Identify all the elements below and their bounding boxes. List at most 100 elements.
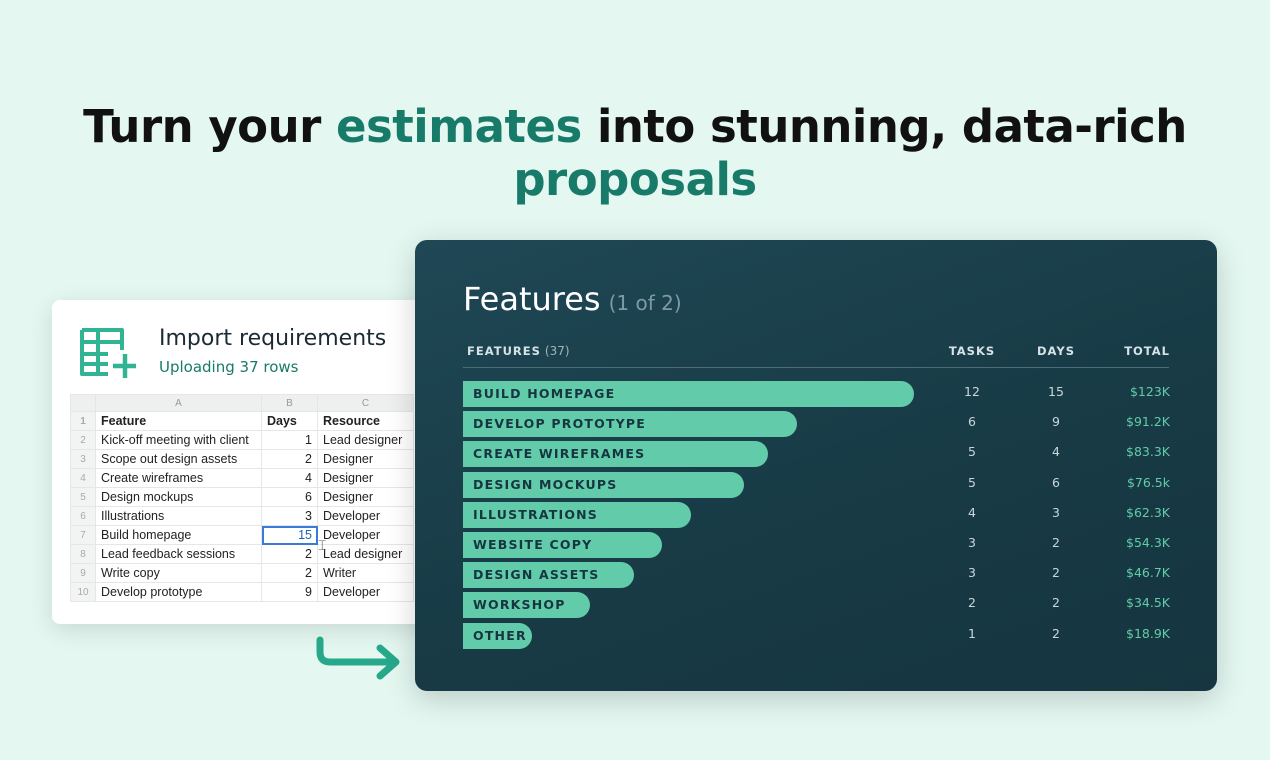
cell-resource[interactable]: Designer [317, 449, 414, 469]
cell-resource[interactable]: Developer [317, 525, 414, 545]
upload-status: Uploading 37 rows [159, 358, 299, 376]
cell-feature[interactable]: Write copy [95, 563, 262, 583]
column-header-days[interactable]: DAYS [1026, 344, 1086, 358]
feature-days: 2 [1052, 595, 1060, 611]
row-number: 3 [70, 449, 96, 469]
table-row: 5 Design mockups 6 Designer [70, 487, 414, 507]
cell-feature[interactable]: Illustrations [95, 506, 262, 526]
feature-label: DEVELOP PROTOTYPE [473, 411, 646, 437]
column-header-c[interactable]: C [317, 394, 414, 412]
cell-days[interactable]: 1 [261, 430, 318, 450]
cell-feature[interactable]: Design mockups [95, 487, 262, 507]
features-header-label: FEATURES [467, 344, 541, 358]
feature-row[interactable]: WORKSHOP 2 2 $34.5K [415, 592, 1217, 619]
feature-label: DESIGN MOCKUPS [473, 472, 617, 498]
row-number: 4 [70, 468, 96, 488]
column-header-total[interactable]: TOTAL [1080, 344, 1170, 358]
panel-title-text: Features [463, 280, 601, 318]
table-row: 7 Build homepage 15 Developer [70, 525, 414, 545]
feature-row[interactable]: WEBSITE COPY 3 2 $54.3K [415, 532, 1217, 558]
feature-tasks: 12 [964, 384, 980, 399]
table-row: 3 Scope out design assets 2 Designer [70, 449, 414, 469]
cell-resource[interactable]: Writer [317, 563, 414, 583]
cell-days[interactable]: 2 [261, 544, 318, 564]
header-days[interactable]: Days [261, 411, 318, 431]
cell-resource[interactable]: Developer [317, 506, 414, 526]
panel-title: Features (1 of 2) [463, 280, 682, 318]
table-row: 8 Lead feedback sessions 2 Lead designer [70, 544, 414, 564]
feature-label: WORKSHOP [473, 592, 566, 618]
cell-days[interactable]: 2 [261, 563, 318, 583]
feature-days: 15 [1048, 384, 1064, 399]
cell-resource[interactable]: Lead designer [317, 544, 414, 564]
header-feature[interactable]: Feature [95, 411, 262, 431]
column-header-features[interactable]: FEATURES (37) [467, 344, 570, 358]
feature-tasks: 6 [968, 414, 976, 430]
cell-resource[interactable]: Designer [317, 468, 414, 488]
table-row: 1 Feature Days Resource [70, 411, 414, 431]
feature-row[interactable]: CREATE WIREFRAMES 5 4 $83.3K [415, 441, 1217, 468]
cell-days[interactable]: 4 [261, 468, 318, 488]
table-row: 6 Illustrations 3 Developer [70, 506, 414, 526]
spreadsheet-preview: A B C 1 Feature Days Resource 2 Kick-off … [70, 394, 414, 602]
cell-feature[interactable]: Create wireframes [95, 468, 262, 488]
headline: Turn your estimates into stunning, data-… [0, 100, 1270, 206]
column-header-tasks[interactable]: TASKS [942, 344, 1002, 358]
feature-row[interactable]: DESIGN MOCKUPS 5 6 $76.5k [415, 471, 1217, 498]
spreadsheet-add-icon [80, 328, 136, 378]
header-divider [463, 367, 1169, 368]
feature-total: $76.5k [1126, 474, 1170, 490]
feature-days: 9 [1052, 414, 1060, 430]
cell-resource[interactable]: Developer [317, 582, 414, 602]
column-header-a[interactable]: A [95, 394, 262, 412]
feature-row[interactable]: BUILD HOMEPAGE 12 15 $123K [415, 381, 1217, 407]
feature-days: 2 [1052, 565, 1060, 581]
feature-total: $62.3K [1126, 504, 1170, 520]
cell-feature[interactable]: Scope out design assets [95, 449, 262, 469]
feature-days: 3 [1052, 504, 1060, 520]
row-number: 9 [70, 563, 96, 583]
cell-feature[interactable]: Build homepage [95, 525, 262, 545]
cell-days[interactable]: 2 [261, 449, 318, 469]
feature-total: $34.5K [1126, 595, 1170, 611]
feature-total: $18.9K [1126, 625, 1170, 641]
cell-days[interactable]: 9 [261, 582, 318, 602]
feature-days: 6 [1052, 474, 1060, 490]
cell-feature[interactable]: Develop prototype [95, 582, 262, 602]
features-count: (37) [544, 344, 570, 358]
feature-tasks: 2 [968, 595, 976, 611]
row-number: 5 [70, 487, 96, 507]
features-panel: Features (1 of 2) FEATURES (37) TASKS DAYS… [415, 240, 1217, 691]
feature-tasks: 3 [968, 535, 976, 550]
headline-part1: Turn your [83, 100, 336, 153]
feature-days: 2 [1052, 625, 1060, 641]
row-number: 10 [70, 582, 96, 602]
feature-row[interactable]: DEVELOP PROTOTYPE 6 9 $91.2K [415, 411, 1217, 438]
cell-days[interactable]: 6 [261, 487, 318, 507]
cell-feature[interactable]: Kick-off meeting with client [95, 430, 262, 450]
table-row: 2 Kick-off meeting with client 1 Lead desig… [70, 430, 414, 450]
feature-tasks: 5 [968, 474, 976, 490]
cell-feature[interactable]: Lead feedback sessions [95, 544, 262, 564]
page-indicator: (1 of 2) [608, 291, 682, 315]
curved-arrow-icon [316, 636, 400, 680]
feature-tasks: 1 [968, 625, 976, 641]
row-number: 7 [70, 525, 96, 545]
feature-row[interactable]: OTHER 1 2 $18.9K [415, 622, 1217, 649]
feature-row[interactable]: DESIGN ASSETS 3 2 $46.7K [415, 562, 1217, 589]
import-requirements-card: Import requirements Uploading 37 rows A … [52, 300, 444, 624]
row-number: 8 [70, 544, 96, 564]
column-header-b[interactable]: B [261, 394, 318, 412]
header-resource[interactable]: Resource [317, 411, 414, 431]
cell-resource[interactable]: Designer [317, 487, 414, 507]
feature-days: 4 [1052, 444, 1060, 460]
selected-cell-days[interactable]: 15 [261, 525, 318, 545]
headline-accent-proposals: proposals [513, 153, 757, 206]
feature-row[interactable]: ILLUSTRATIONS 4 3 $62.3K [415, 501, 1217, 528]
feature-label: CREATE WIREFRAMES [473, 441, 645, 467]
feature-total: $91.2K [1126, 414, 1170, 430]
feature-label: ILLUSTRATIONS [473, 502, 598, 528]
cell-resource[interactable]: Lead designer [317, 430, 414, 450]
feature-tasks: 4 [968, 504, 976, 520]
cell-days[interactable]: 3 [261, 506, 318, 526]
